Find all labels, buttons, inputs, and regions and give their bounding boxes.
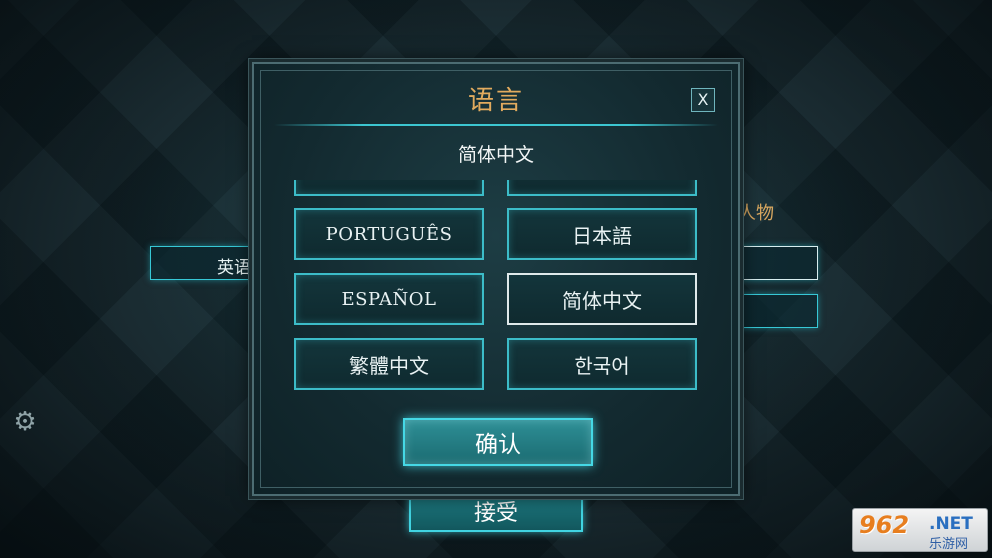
language-option-japanese[interactable]: 日本語: [507, 208, 697, 260]
gear-icon[interactable]: ⚙: [11, 408, 39, 436]
dialog-title: 语言: [467, 86, 524, 116]
language-list[interactable]: PORTUGUÊS 日本語 ESPAÑOL 简体中文 繁體中文 한국어: [294, 180, 700, 400]
watermark-site: 乐游网: [929, 537, 969, 552]
language-option-simplified-chinese[interactable]: 简体中文: [507, 273, 697, 325]
site-watermark-logo: 962 .NET 乐游网: [852, 508, 988, 552]
watermark-domain: .NET: [929, 514, 973, 534]
language-option-portuguese[interactable]: PORTUGUÊS: [294, 208, 484, 260]
language-option-korean[interactable]: 한국어: [507, 338, 697, 390]
language-option-traditional-chinese[interactable]: 繁體中文: [294, 338, 484, 390]
close-button[interactable]: X: [691, 88, 715, 112]
accept-button[interactable]: 接受: [409, 490, 583, 532]
current-language: 简体中文: [457, 144, 534, 166]
language-option-spanish[interactable]: ESPAÑOL: [294, 273, 484, 325]
language-option-hidden-right[interactable]: [507, 180, 697, 196]
language-dialog: 语言 X 简体中文 PORTUGUÊS 日本語 ESPAÑOL 简体中文 繁體中…: [252, 62, 740, 496]
character-label: 人物: [738, 203, 774, 224]
confirm-button[interactable]: 确认: [403, 418, 593, 466]
watermark-number: 962: [859, 511, 910, 539]
title-divider: [274, 124, 718, 126]
language-select-value: 英语: [217, 258, 251, 278]
language-option-hidden-left[interactable]: [294, 180, 484, 196]
